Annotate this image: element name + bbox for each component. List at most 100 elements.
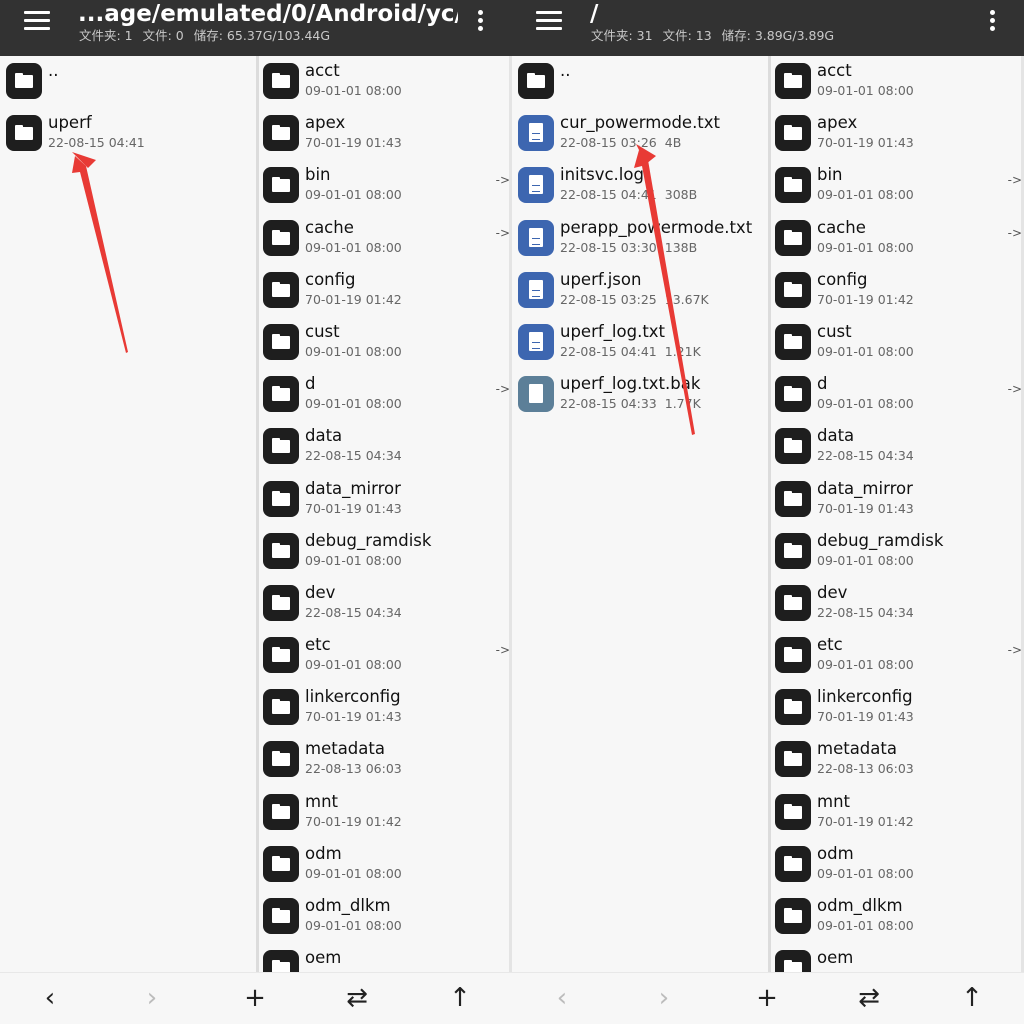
list-item[interactable]: linkerconfig 70-01-19 01:43 [259, 682, 512, 734]
list-item[interactable]: apex 70-01-19 01:43 [259, 108, 512, 160]
item-name: uperf_log.txt.bak [560, 374, 701, 394]
menu-icon[interactable] [536, 11, 562, 31]
list-item[interactable]: data_mirror 70-01-19 01:43 [771, 474, 1024, 526]
list-item[interactable]: uperf.json 22-08-15 03:25 13.67K [512, 265, 768, 317]
list-item[interactable]: mnt 70-01-19 01:42 [771, 787, 1024, 839]
item-name: .. [560, 61, 571, 80]
list-item[interactable]: data_mirror 70-01-19 01:43 [259, 474, 512, 526]
file-pane-left[interactable]: .. cur_powermode.txt 22-08-15 03:26 4B inits… [512, 56, 768, 972]
list-item[interactable]: oem [771, 943, 1024, 972]
item-name: bin [817, 165, 843, 185]
item-name: acct [305, 61, 340, 80]
list-item[interactable]: acct 09-01-01 08:00 [771, 56, 1024, 108]
item-name: config [817, 269, 868, 289]
list-item[interactable]: etc 09-01-01 08:00 -> [771, 630, 1024, 682]
item-date: 22-08-15 03:26 [560, 135, 657, 151]
list-item[interactable]: uperf_log.txt 22-08-15 04:41 1.21K [512, 317, 768, 369]
back-button[interactable]: ‹ [25, 973, 75, 1024]
list-item[interactable]: metadata 22-08-13 06:03 [259, 734, 512, 786]
item-name: initsvc.log [560, 165, 644, 185]
item-meta: 22-08-15 04:41 [48, 135, 145, 151]
list-item[interactable]: acct 09-01-01 08:00 [259, 56, 512, 108]
list-item[interactable]: odm_dlkm 09-01-01 08:00 [259, 891, 512, 943]
file-icon [518, 323, 554, 360]
list-item[interactable]: uperf 22-08-15 04:41 [0, 108, 256, 160]
item-size: 308B [664, 187, 698, 203]
up-button[interactable]: ↑ [947, 973, 997, 1024]
item-meta: 22-08-15 04:34 [305, 605, 402, 621]
item-meta: 70-01-19 01:42 [305, 292, 402, 308]
add-button[interactable]: + [230, 973, 280, 1024]
swap-button[interactable]: ⇄ [332, 973, 382, 1024]
list-item[interactable]: odm 09-01-01 08:00 [259, 839, 512, 891]
forward-button[interactable]: › [639, 973, 689, 1024]
list-item[interactable]: dev 22-08-15 04:34 [771, 578, 1024, 630]
item-date: 70-01-19 01:43 [817, 135, 914, 151]
symlink-indicator: -> [1007, 173, 1022, 188]
item-meta: 09-01-01 08:00 [817, 187, 914, 203]
list-item[interactable]: dev 22-08-15 04:34 [259, 578, 512, 630]
list-item[interactable]: perapp_powermode.txt 22-08-15 03:30 138B [512, 213, 768, 265]
symlink-indicator: -> [1007, 643, 1022, 658]
item-meta: 09-01-01 08:00 [305, 657, 402, 673]
list-item[interactable]: bin 09-01-01 08:00 -> [771, 160, 1024, 212]
file-pane-right[interactable]: acct 09-01-01 08:00 apex 70-01-19 01:43 bin 0… [768, 56, 1024, 972]
symlink-indicator: -> [495, 643, 510, 658]
list-item[interactable]: .. [512, 56, 768, 108]
item-meta: 22-08-15 04:34 [817, 448, 914, 464]
list-item[interactable]: d 09-01-01 08:00 -> [259, 369, 512, 421]
item-date: 22-08-15 03:30 [560, 239, 657, 255]
file-pane-right[interactable]: acct 09-01-01 08:00 apex 70-01-19 01:43 bin 0… [256, 56, 512, 972]
folder-icon [263, 532, 299, 569]
list-item[interactable]: odm_dlkm 09-01-01 08:00 [771, 891, 1024, 943]
item-meta: 70-01-19 01:43 [817, 135, 914, 151]
list-item[interactable]: cache 09-01-01 08:00 -> [771, 213, 1024, 265]
list-item[interactable]: cur_powermode.txt 22-08-15 03:26 4B [512, 108, 768, 160]
list-item[interactable]: data 22-08-15 04:34 [771, 421, 1024, 473]
item-meta: 09-01-01 08:00 [305, 918, 402, 934]
menu-icon[interactable] [24, 11, 50, 31]
more-vert-icon[interactable] [476, 10, 484, 32]
list-item[interactable]: initsvc.log 22-08-15 04:41 308B [512, 160, 768, 212]
list-item[interactable]: etc 09-01-01 08:00 -> [259, 630, 512, 682]
item-name: debug_ramdisk [817, 530, 944, 550]
list-item[interactable]: config 70-01-19 01:42 [259, 265, 512, 317]
folder-icon [518, 63, 554, 99]
item-date: 09-01-01 08:00 [817, 343, 914, 359]
list-item[interactable]: apex 70-01-19 01:43 [771, 108, 1024, 160]
list-item[interactable]: cust 09-01-01 08:00 [771, 317, 1024, 369]
list-item[interactable]: cust 09-01-01 08:00 [259, 317, 512, 369]
item-name: mnt [817, 791, 850, 811]
item-name: metadata [817, 739, 897, 759]
file-pane-left[interactable]: .. uperf 22-08-15 04:41 [0, 56, 256, 972]
list-item[interactable]: debug_ramdisk 09-01-01 08:00 [259, 526, 512, 578]
folder-count: 文件夹: 31 [591, 28, 653, 43]
list-item[interactable]: uperf_log.txt.bak 22-08-15 04:33 1.77K [512, 369, 768, 421]
item-date: 22-08-15 04:41 [560, 187, 657, 203]
list-item[interactable]: data 22-08-15 04:34 [259, 421, 512, 473]
list-item[interactable]: cache 09-01-01 08:00 -> [259, 213, 512, 265]
back-button[interactable]: ‹ [537, 973, 587, 1024]
forward-button[interactable]: › [127, 973, 177, 1024]
item-date: 09-01-01 08:00 [305, 865, 402, 881]
list-item[interactable]: config 70-01-19 01:42 [771, 265, 1024, 317]
item-name: apex [305, 113, 346, 133]
list-item[interactable]: odm 09-01-01 08:00 [771, 839, 1024, 891]
item-name: oem [817, 948, 854, 968]
list-item[interactable]: .. [0, 56, 256, 108]
list-item[interactable]: debug_ramdisk 09-01-01 08:00 [771, 526, 1024, 578]
symlink-indicator: -> [495, 225, 510, 240]
list-item[interactable]: d 09-01-01 08:00 -> [771, 369, 1024, 421]
add-button[interactable]: + [742, 973, 792, 1024]
more-vert-icon[interactable] [988, 10, 996, 32]
list-item[interactable]: metadata 22-08-13 06:03 [771, 734, 1024, 786]
list-item[interactable]: oem [259, 943, 512, 972]
list-item[interactable]: bin 09-01-01 08:00 -> [259, 160, 512, 212]
item-date: 70-01-19 01:43 [305, 709, 402, 725]
item-meta: 70-01-19 01:42 [305, 814, 402, 830]
swap-button[interactable]: ⇄ [844, 973, 894, 1024]
list-item[interactable]: linkerconfig 70-01-19 01:43 [771, 682, 1024, 734]
list-item[interactable]: mnt 70-01-19 01:42 [259, 787, 512, 839]
up-button[interactable]: ↑ [435, 973, 485, 1024]
item-date: 09-01-01 08:00 [305, 552, 402, 568]
